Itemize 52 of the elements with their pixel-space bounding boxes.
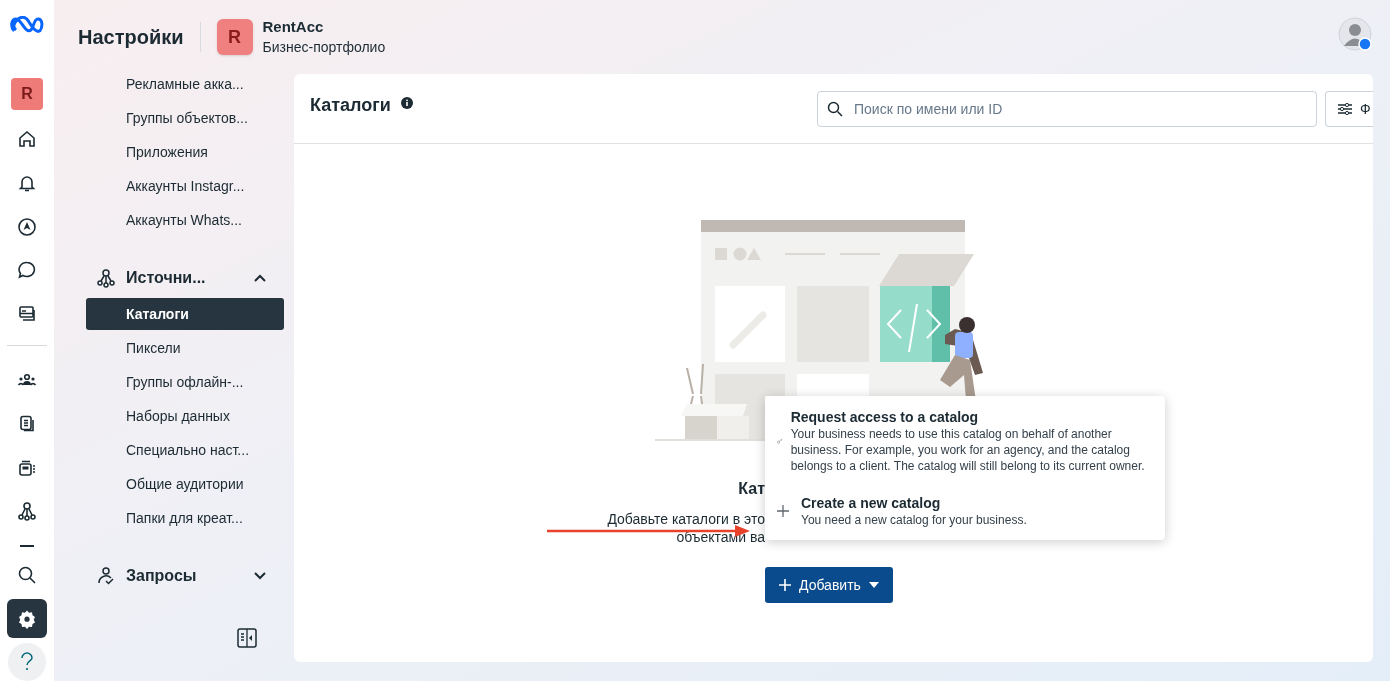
network-icon	[17, 501, 37, 522]
empty-state-text: объектами ва	[676, 528, 765, 546]
home-icon	[17, 129, 37, 150]
divider-icon	[20, 545, 34, 548]
business-avatar[interactable]: R	[216, 19, 253, 55]
chat-icon	[17, 260, 37, 281]
filter-icon	[1338, 102, 1352, 116]
sidebar-item[interactable]: Наборы данных	[86, 400, 284, 432]
sidebar-item[interactable]: Каталоги	[86, 298, 284, 330]
search-icon	[17, 564, 37, 585]
business-name: RentAcc	[262, 17, 325, 37]
plus-icon	[777, 505, 789, 517]
compass-icon	[17, 216, 37, 237]
sidebar-item[interactable]: Рекламные акка...	[86, 68, 284, 100]
business-avatar[interactable]: R	[11, 77, 43, 110]
meta-logo[interactable]	[10, 16, 44, 34]
sidebar-item[interactable]: Папки для креат...	[86, 502, 284, 534]
filter-button[interactable]: Ф	[1325, 91, 1373, 127]
profile-avatar[interactable]	[1338, 17, 1372, 51]
cards-icon	[17, 303, 37, 324]
collapse-sidebar-button[interactable]	[237, 628, 257, 648]
settings-icon	[17, 608, 37, 629]
sidebar-item[interactable]: Группы объектов...	[86, 102, 284, 134]
sidebar-item[interactable]: Группы офлайн-...	[86, 366, 284, 398]
section-title: Каталоги	[310, 94, 391, 117]
sidebar-item[interactable]: Приложения	[86, 136, 284, 168]
info-icon[interactable]	[400, 97, 413, 109]
settings-button[interactable]	[7, 598, 47, 639]
page-title: Настройки	[78, 25, 184, 50]
sidebar-item[interactable]: Общие аудитории	[86, 468, 284, 500]
sidebar-item[interactable]: Аккаунты Instagr...	[86, 170, 284, 202]
empty-state-text: Добавьте каталоги в это	[607, 510, 765, 528]
person-check-icon	[96, 566, 116, 586]
business-type: Бизнес-портфолио	[262, 38, 386, 57]
network-icon	[96, 268, 116, 288]
section-header[interactable]: Источни...	[86, 261, 284, 295]
plus-icon	[779, 579, 791, 591]
add-button[interactable]: Добавить	[765, 567, 893, 603]
chevron-icon	[254, 572, 266, 580]
chevron-icon	[254, 274, 266, 282]
sidebar-item[interactable]: Пиксели	[86, 332, 284, 364]
caret-icon	[868, 582, 879, 588]
search-icon	[827, 101, 843, 117]
section-header[interactable]: Запросы	[86, 559, 284, 593]
sidebar-item[interactable]: Аккаунты Whats...	[86, 204, 284, 236]
question-icon	[20, 652, 34, 673]
sidebar-item[interactable]: Специально наст...	[86, 434, 284, 466]
empty-state-title: Кат	[738, 479, 765, 499]
panel-icon	[237, 628, 257, 648]
search-field[interactable]: Поиск по имени или ID	[817, 91, 1317, 127]
menu-item[interactable]: Request access to a catalog Your business needs to use this catalog on behalf of another business. For example, you work for an agency, and the catalog belongs to a client. The catalog will still belong to its current owner.	[765, 408, 1165, 474]
menu-item[interactable]: Create a new catalog You need a new catalog for your business.	[765, 494, 1165, 528]
